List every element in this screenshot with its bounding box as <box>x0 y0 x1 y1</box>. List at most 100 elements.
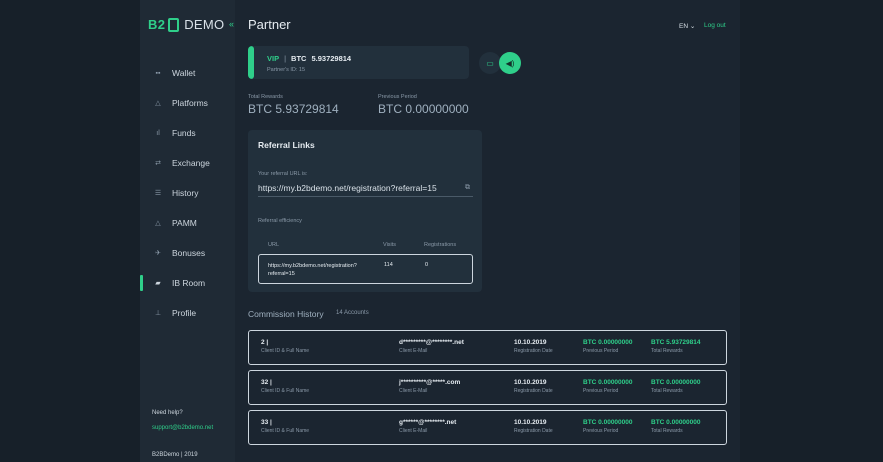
cell-client: 33 | Client ID & Full Name <box>261 419 309 434</box>
partner-level: VIP <box>267 54 280 63</box>
cell-date-value: 10.10.2019 <box>514 419 547 426</box>
sidebar-item-pamm[interactable]: △ PAMM <box>140 208 235 238</box>
partner-currency: BTC <box>291 54 307 63</box>
referral-row-visits: 114 <box>384 262 393 268</box>
logo-demo: DEMO <box>184 17 225 32</box>
cell-email-label: Client E-Mail <box>399 428 428 434</box>
ib-room-icon: ▰ <box>155 280 161 287</box>
sidebar-item-platforms[interactable]: △ Platforms <box>140 88 235 118</box>
sidebar-item-funds[interactable]: ıl Funds <box>140 118 235 148</box>
sidebar-item-label: History <box>172 188 199 198</box>
cell-email-label: Client E-Mail <box>399 388 428 394</box>
cell-total-value: BTC 0.00000000 <box>651 379 701 386</box>
previous-period-label: Previous Period <box>378 94 417 100</box>
sidebar-item-history[interactable]: ☰ History <box>140 178 235 208</box>
partner-id: Partner's ID: 15 <box>267 67 306 73</box>
cell-client-label: Client ID & Full Name <box>261 428 310 434</box>
sidebar-item-label: Platforms <box>172 98 208 108</box>
cell-email: g******@********.net Client E-Mail <box>399 419 456 434</box>
commission-row[interactable]: 32 | Client ID & Full Name j**********@***… <box>248 370 727 405</box>
grid-icon: ▪▪ <box>155 69 161 77</box>
cell-email-value: j**********@*****.com <box>399 379 461 386</box>
referral-efficiency-label: Referral efficiency <box>258 218 302 224</box>
wallet-button[interactable]: ▭ <box>479 52 501 74</box>
sidebar-item-label: Profile <box>172 308 197 318</box>
level-accent-bar <box>248 46 254 79</box>
referral-row-url[interactable]: https://my.b2bdemo.net/registration?refe… <box>268 262 378 278</box>
cell-client-value: 33 | <box>261 419 272 426</box>
cell-date: 10.10.2019 Registration Date <box>514 379 553 394</box>
sidebar-item-label: Bonuses <box>172 248 206 258</box>
cell-client-label: Client ID & Full Name <box>261 348 310 354</box>
cell-client-label: Client ID & Full Name <box>261 388 310 394</box>
referral-links-panel: Referral Links Your referral URL is: htt… <box>248 130 482 292</box>
total-rewards-label: Total Rewards <box>248 94 283 100</box>
cell-total: BTC 5.93729814 Total Rewards <box>651 339 701 354</box>
help-block: Need help? support@b2bdemo.net <box>152 410 213 431</box>
commission-history-title: Commission History <box>248 309 324 319</box>
cell-prev-label: Previous Period <box>583 388 619 394</box>
promo-button[interactable]: ◀) <box>499 52 521 74</box>
copyright: B2BDemo | 2019 <box>152 452 198 458</box>
cell-prev-value: BTC 0.00000000 <box>583 379 633 386</box>
referral-title: Referral Links <box>258 140 315 150</box>
previous-period-stat: Previous Period BTC 0.00000000 <box>378 94 469 116</box>
cell-email: d*********@********.net Client E-Mail <box>399 339 464 354</box>
commission-row[interactable]: 2 | Client ID & Full Name d*********@*****… <box>248 330 727 365</box>
referral-url-field[interactable]: https://my.b2bdemo.net/registration?refe… <box>258 183 473 197</box>
partner-amount: 5.93729814 <box>311 54 352 63</box>
page-title: Partner <box>248 17 291 32</box>
logout-link[interactable]: Log out <box>704 22 726 29</box>
sidebar-item-label: Wallet <box>172 68 196 78</box>
cell-total: BTC 0.00000000 Total Rewards <box>651 419 701 434</box>
cell-prev-value: BTC 0.00000000 <box>583 339 633 346</box>
cell-total-value: BTC 0.00000000 <box>651 419 701 426</box>
cell-total-label: Total Rewards <box>651 348 683 354</box>
referral-efficiency-row: https://my.b2bdemo.net/registration?refe… <box>258 254 473 284</box>
col-header-registrations: Registrations <box>424 242 457 248</box>
cell-prev: BTC 0.00000000 Previous Period <box>583 379 633 394</box>
wallet-logo-icon <box>168 17 180 32</box>
cell-date: 10.10.2019 Registration Date <box>514 419 553 434</box>
cell-email-value: d*********@********.net <box>399 339 464 346</box>
sidebar-item-exchange[interactable]: ⇄ Exchange <box>140 148 235 178</box>
cell-prev-value: BTC 0.00000000 <box>583 419 633 426</box>
logo-b2: B2 <box>148 17 166 32</box>
logo[interactable]: B2 DEMO <box>148 17 224 32</box>
pamm-icon: △ <box>155 220 161 227</box>
cell-client: 2 | Client ID & Full Name <box>261 339 309 354</box>
cell-email-label: Client E-Mail <box>399 348 428 354</box>
funds-icon: ıl <box>156 129 160 137</box>
collapse-sidebar-icon[interactable]: « <box>229 19 234 29</box>
copy-icon[interactable]: ⧉ <box>465 184 470 192</box>
cell-client-value: 32 | <box>261 379 272 386</box>
cell-date: 10.10.2019 Registration Date <box>514 339 553 354</box>
accounts-count: 14 Accounts <box>336 310 369 316</box>
col-header-url: URL <box>268 242 280 248</box>
sidebar: B2 DEMO « ▪▪ Wallet △ Platforms ıl Funds ⇄ Exch… <box>140 0 235 462</box>
total-rewards-stat: Total Rewards BTC 5.93729814 <box>248 94 339 116</box>
sidebar-item-label: PAMM <box>172 218 197 228</box>
cell-client: 32 | Client ID & Full Name <box>261 379 309 394</box>
cell-date-label: Registration Date <box>514 388 553 394</box>
sidebar-item-wallet[interactable]: ▪▪ Wallet <box>140 58 235 88</box>
sidebar-item-label: Exchange <box>172 158 210 168</box>
cell-email-value: g******@********.net <box>399 419 457 426</box>
col-header-visits: Visits <box>383 242 397 248</box>
sidebar-item-bonuses[interactable]: ✈ Bonuses <box>140 238 235 268</box>
commission-row[interactable]: 33 | Client ID & Full Name g******@*******… <box>248 410 727 445</box>
sidebar-nav: ▪▪ Wallet △ Platforms ıl Funds ⇄ Exchange ☰ Histo… <box>140 58 235 328</box>
cell-email: j**********@*****.com Client E-Mail <box>399 379 460 394</box>
megaphone-icon: ◀) <box>505 58 515 68</box>
cell-prev-label: Previous Period <box>583 428 619 434</box>
language-select[interactable]: EN ⌄ <box>679 22 695 30</box>
bonuses-icon: ✈ <box>155 250 161 257</box>
referral-url-label: Your referral URL is: <box>258 171 308 177</box>
help-email-link[interactable]: support@b2bdemo.net <box>152 425 213 431</box>
exchange-icon: ⇄ <box>155 160 161 167</box>
cell-prev: BTC 0.00000000 Previous Period <box>583 419 633 434</box>
partner-level-card: VIP | BTC 5.93729814 Partner's ID: 15 <box>248 46 469 79</box>
sidebar-item-profile[interactable]: ⊥ Profile <box>140 298 235 328</box>
referral-row-registrations: 0 <box>425 262 429 268</box>
sidebar-item-ib-room[interactable]: ▰ IB Room <box>140 268 235 298</box>
